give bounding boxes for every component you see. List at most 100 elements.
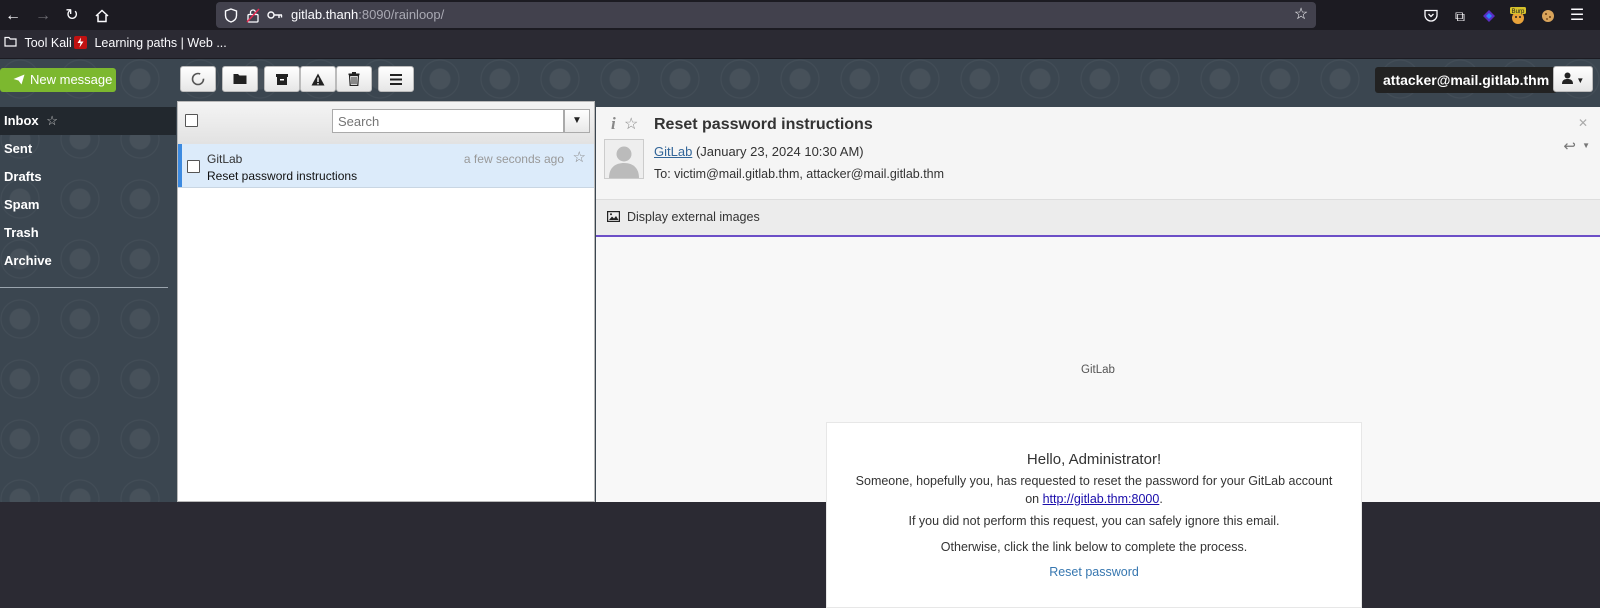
refresh-button[interactable] bbox=[180, 66, 216, 92]
message-date: (January 23, 2024 10:30 AM) bbox=[695, 144, 864, 159]
folder-drafts[interactable]: Drafts bbox=[0, 163, 176, 191]
browser-toolbar: ← → ↻ gitlab.thanh:8090/rainloop/ ☆ ⧉ Bu… bbox=[0, 0, 1600, 30]
email-greeting: Hello, Administrator! bbox=[1026, 451, 1162, 468]
message-list-header: ▼ bbox=[178, 102, 594, 145]
message-time: a few seconds ago bbox=[463, 152, 564, 166]
warning-icon bbox=[311, 73, 325, 89]
selected-indicator bbox=[178, 144, 182, 187]
sender-line: GitLab (January 23, 2024 10:30 AM) bbox=[654, 144, 864, 159]
bookmark-label: Learning paths | Web ... bbox=[94, 36, 227, 50]
email-brand: GitLab bbox=[1081, 364, 1115, 376]
thm-logo-icon bbox=[74, 36, 90, 50]
email-line-2-suffix: . bbox=[1159, 492, 1163, 506]
message-row[interactable]: GitLab Reset password instructions a few… bbox=[178, 144, 594, 188]
bookmark-learning-paths[interactable]: Learning paths | Web ... bbox=[74, 36, 227, 50]
info-icon[interactable]: i bbox=[611, 114, 616, 134]
pocket-icon[interactable] bbox=[1420, 5, 1442, 27]
close-icon[interactable]: ✕ bbox=[1578, 116, 1588, 130]
reply-icon[interactable]: ↩ bbox=[1563, 137, 1576, 155]
star-icon[interactable]: ☆ bbox=[46, 113, 58, 128]
gitlab-url-link[interactable]: http://gitlab.thm:8000 bbox=[1043, 492, 1160, 506]
new-message-label: New message bbox=[30, 72, 113, 87]
burp-extension-icon[interactable]: Burp bbox=[1507, 5, 1529, 27]
message-subject: Reset password instructions bbox=[207, 169, 358, 183]
archive-box-icon bbox=[275, 73, 289, 89]
folder-label: Inbox bbox=[4, 113, 39, 128]
display-external-images-bar[interactable]: Display external images bbox=[596, 199, 1600, 238]
image-icon bbox=[607, 210, 621, 225]
message-sender: GitLab bbox=[207, 152, 243, 166]
sender-link[interactable]: GitLab bbox=[654, 144, 692, 159]
refresh-spinner-icon bbox=[191, 72, 205, 89]
folder-sent[interactable]: Sent bbox=[0, 135, 176, 163]
email-ignore-text: If you did not perform this request, you… bbox=[908, 514, 1280, 528]
folder-icon bbox=[233, 72, 247, 88]
new-message-button[interactable]: New message bbox=[0, 68, 116, 92]
hamburger-menu-icon[interactable]: ☰ bbox=[1566, 5, 1588, 27]
message-subject-title: Reset password instructions bbox=[654, 116, 873, 133]
email-line-2-prefix: on bbox=[1025, 492, 1043, 506]
reply-options-caret-icon[interactable]: ▼ bbox=[1582, 141, 1590, 150]
key-icon[interactable] bbox=[266, 5, 284, 25]
forward-icon[interactable]: → bbox=[32, 5, 54, 27]
email-reset-notice: Someone, hopefully you, has requested to… bbox=[827, 472, 1361, 508]
folder-label: Trash bbox=[4, 225, 39, 240]
cookie-icon[interactable] bbox=[1537, 5, 1559, 27]
message-checkbox[interactable] bbox=[187, 160, 200, 173]
email-line-1: Someone, hopefully you, has requested to… bbox=[855, 474, 1333, 488]
message-view-panel: i ☆ Reset password instructions GitLab (… bbox=[596, 107, 1600, 608]
caret-down-icon: ▼ bbox=[572, 115, 582, 126]
folder-inbox[interactable]: Inbox ☆ bbox=[0, 107, 176, 135]
account-email[interactable]: attacker@mail.gitlab.thm bbox=[1375, 67, 1558, 93]
folder-label: Spam bbox=[4, 197, 40, 212]
folder-divider bbox=[0, 287, 168, 288]
move-to-folder-button[interactable] bbox=[222, 66, 258, 92]
spam-button[interactable] bbox=[300, 66, 336, 92]
archive-button[interactable] bbox=[264, 66, 300, 92]
folder-icon bbox=[4, 36, 20, 50]
select-all-checkbox[interactable] bbox=[185, 114, 198, 127]
search-input[interactable] bbox=[333, 110, 565, 132]
search-box bbox=[332, 109, 565, 133]
bookmarks-bar: Tool Kali Learning paths | Web ... bbox=[0, 30, 1600, 59]
reset-password-link[interactable]: Reset password bbox=[827, 565, 1361, 579]
back-icon[interactable]: ← bbox=[2, 5, 24, 27]
delete-button[interactable] bbox=[336, 66, 372, 92]
trash-icon bbox=[348, 72, 360, 89]
display-external-images-label: Display external images bbox=[627, 210, 760, 224]
bookmark-tool-kali[interactable]: Tool Kali bbox=[4, 36, 72, 50]
recipients: To: victim@mail.gitlab.thm, attacker@mai… bbox=[654, 167, 945, 181]
bookmark-star-icon[interactable]: ☆ bbox=[1292, 5, 1310, 25]
more-actions-button[interactable] bbox=[378, 66, 414, 92]
insecure-lock-icon[interactable] bbox=[244, 5, 262, 25]
url-path: :8090/rainloop/ bbox=[358, 7, 445, 22]
bookmark-label: Tool Kali bbox=[24, 36, 72, 50]
list-menu-icon bbox=[390, 72, 402, 88]
email-instructions-text: Otherwise, click the link below to compl… bbox=[940, 540, 1248, 554]
folder-label: Archive bbox=[4, 253, 52, 268]
folder-trash[interactable]: Trash bbox=[0, 219, 176, 247]
folder-spam[interactable]: Spam bbox=[0, 191, 176, 219]
email-body: GitLab Hello, Administrator! Someone, ho… bbox=[596, 237, 1600, 608]
url-bar[interactable]: gitlab.thanh:8090/rainloop/ ☆ bbox=[216, 2, 1316, 28]
url-text[interactable]: gitlab.thanh:8090/rainloop/ bbox=[291, 7, 444, 22]
url-host: gitlab.thanh bbox=[291, 7, 359, 22]
home-icon[interactable] bbox=[91, 5, 113, 27]
shield-icon[interactable] bbox=[222, 5, 240, 25]
message-header: i ☆ Reset password instructions GitLab (… bbox=[596, 107, 1600, 199]
star-icon[interactable]: ☆ bbox=[573, 148, 586, 166]
search-options-dropdown[interactable]: ▼ bbox=[564, 109, 590, 133]
caret-down-icon: ▼ bbox=[1576, 76, 1585, 85]
purple-extension-icon[interactable] bbox=[1478, 5, 1500, 27]
folder-label: Sent bbox=[4, 141, 33, 156]
paper-plane-icon bbox=[13, 68, 25, 94]
folder-archive[interactable]: Archive bbox=[0, 247, 176, 275]
extensions-icon[interactable]: ⧉ bbox=[1449, 5, 1471, 27]
star-icon[interactable]: ☆ bbox=[624, 114, 638, 134]
svg-text:Burp: Burp bbox=[1512, 9, 1525, 15]
message-list-panel: ▼ GitLab Reset password instructions a f… bbox=[177, 101, 595, 502]
user-menu-button[interactable]: ▼ bbox=[1553, 66, 1593, 92]
reload-icon[interactable]: ↻ bbox=[61, 5, 83, 27]
folder-label: Drafts bbox=[4, 169, 42, 184]
sender-avatar bbox=[604, 139, 644, 179]
